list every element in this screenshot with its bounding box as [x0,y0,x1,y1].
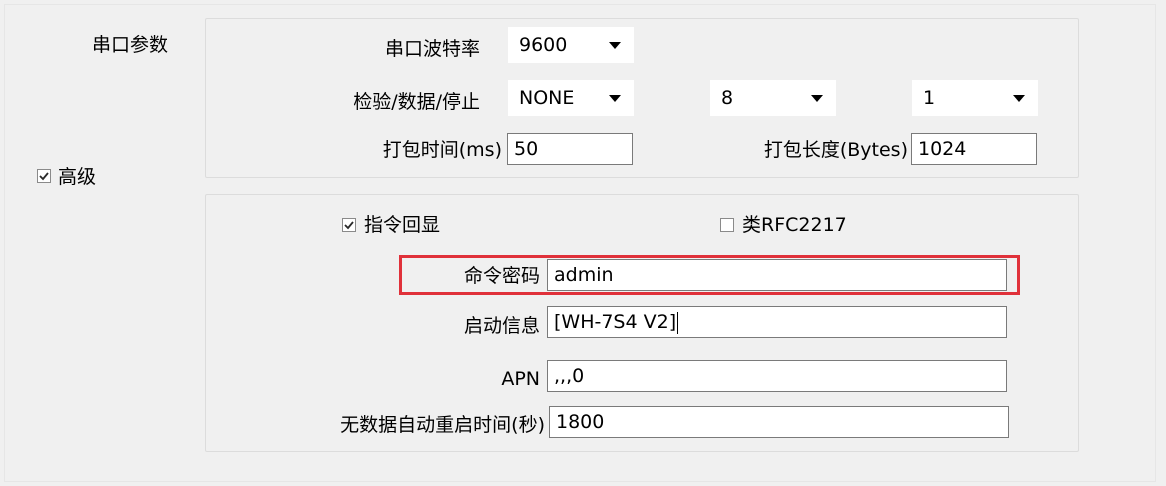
check-icon [39,172,49,181]
serial-section-label: 串口参数 [92,34,169,56]
cmd-password-label: 命令密码 [463,265,540,287]
chevron-down-icon [1013,94,1025,102]
restart-label: 无数据自动重启时间(秒) [340,414,545,436]
text-cursor [677,311,679,334]
echo-label: 指令回显 [364,214,441,236]
rfc-label: 类RFC2217 [742,214,847,236]
boot-info-input[interactable]: [WH-7S4 V2] [547,306,1007,338]
pack-time-label: 打包时间(ms) [382,139,502,161]
chevron-down-icon [609,94,621,102]
boot-info-label: 启动信息 [463,315,540,337]
check-label: 检验/数据/停止 [353,91,480,113]
parity-value: NONE [519,87,575,109]
stop-bits-select[interactable]: 1 [912,80,1038,116]
cmd-password-input[interactable]: admin [547,259,1007,291]
baud-label: 串口波特率 [384,38,480,60]
pack-len-label: 打包长度(Bytes) [763,139,908,161]
baud-value: 9600 [519,34,568,56]
restart-input[interactable]: 1800 [549,406,1009,438]
apn-input[interactable]: ,,,0 [547,360,1007,392]
data-bits-select[interactable]: 8 [710,80,836,116]
apn-label: APN [501,368,540,390]
chevron-down-icon [811,94,823,102]
advanced-label: 高级 [58,166,97,188]
echo-checkbox[interactable] [342,218,356,232]
advanced-checkbox[interactable] [37,169,51,183]
parity-select[interactable]: NONE [508,80,634,116]
stop-bits-value: 1 [923,87,936,109]
rfc-checkbox[interactable] [720,218,734,232]
pack-len-input[interactable]: 1024 [911,133,1037,165]
boot-info-value: [WH-7S4 V2] [554,311,677,333]
pack-time-input[interactable]: 50 [507,133,633,165]
baud-select[interactable]: 9600 [508,27,634,63]
data-bits-value: 8 [721,87,734,109]
chevron-down-icon [609,41,621,49]
check-icon [344,221,354,230]
